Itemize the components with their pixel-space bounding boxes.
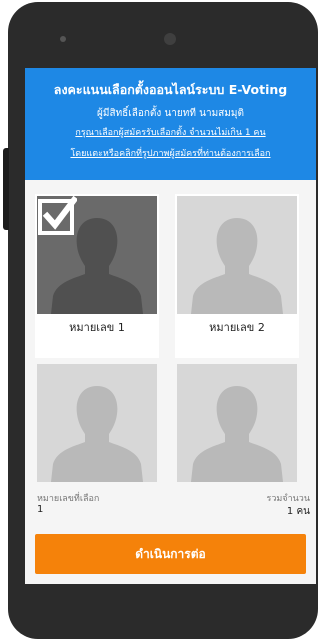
instruction-line-2: โดยแตะหรือคลิกที่รูปภาพผู้สมัครที่ท่านต้… bbox=[70, 149, 271, 159]
selected-number-label: หมายเลขที่เลือก bbox=[37, 494, 100, 504]
person-silhouette-icon bbox=[191, 218, 283, 314]
candidate-photo-1[interactable] bbox=[37, 196, 157, 314]
candidate-photo-2[interactable] bbox=[177, 196, 297, 314]
side-button bbox=[3, 148, 9, 230]
candidate-photo-4[interactable] bbox=[177, 364, 297, 482]
instruction-line-1: กรุณาเลือกผู้สมัครรับเลือกตั้ง จำนวนไม่เ… bbox=[75, 128, 266, 138]
person-silhouette-icon bbox=[191, 386, 283, 482]
person-silhouette-icon bbox=[51, 386, 143, 482]
selected-number-value: 1 bbox=[37, 504, 44, 515]
candidate-label-1: หมายเลข 1 bbox=[69, 321, 125, 334]
checkbox-checked-icon bbox=[38, 196, 77, 235]
candidate-label-2: หมายเลข 2 bbox=[209, 321, 265, 334]
total-count-value: 1 คน bbox=[286, 506, 310, 517]
page-title: ลงคะแนนเลือกตั้งออนไลน์ระบบ E-Voting bbox=[53, 82, 288, 97]
total-count-label: รวมจำนวน bbox=[266, 494, 310, 504]
candidate-card-2[interactable]: หมายเลข 2 bbox=[175, 194, 299, 358]
continue-button[interactable]: ดำเนินการต่อ bbox=[35, 534, 306, 574]
speaker bbox=[60, 36, 66, 42]
voting-header: ลงคะแนนเลือกตั้งออนไลน์ระบบ E-Voting ผู้… bbox=[25, 68, 316, 180]
candidate-photo-3[interactable] bbox=[37, 364, 157, 482]
front-camera bbox=[164, 33, 176, 45]
candidate-card-1[interactable]: หมายเลข 1 bbox=[35, 194, 159, 358]
voter-name: ผู้มีสิทธิ์เลือกตั้ง นายทที นามสมมุติ bbox=[97, 108, 244, 119]
